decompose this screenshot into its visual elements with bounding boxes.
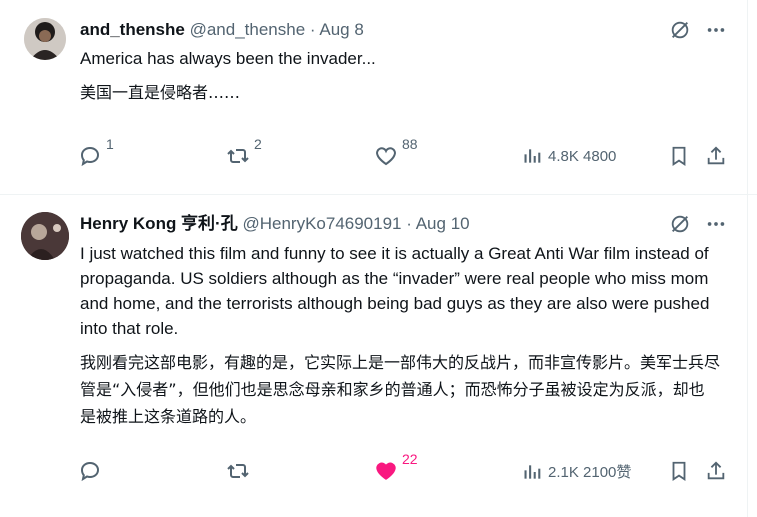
views-icon [522, 462, 542, 482]
bookmark-button[interactable] [668, 145, 690, 167]
bookmark-icon [668, 460, 690, 482]
grok-icon[interactable] [669, 19, 691, 41]
tweet-header: Henry Kong 亨利·孔 @HenryKo74690191 · Aug 1… [80, 213, 470, 235]
reply-count: 1 [106, 136, 114, 152]
tweet-top-actions [669, 19, 727, 41]
reply-button[interactable] [78, 459, 106, 483]
views-button[interactable]: 2.1K 2100赞 [522, 461, 631, 482]
like-count: 22 [402, 451, 418, 467]
tweet-actions: 1 2 88 4.8K 4800 [78, 136, 727, 170]
tweet-text-zh: 我刚看完这部电影，有趣的是，它实际上是一部伟大的反战片，而非宣传影片。美军士兵尽… [80, 353, 721, 426]
share-icon [705, 460, 727, 482]
views-count: 4.8K 4800 [548, 147, 617, 165]
views-count: 2.1K 2100赞 [548, 464, 632, 481]
bookmark-icon [668, 145, 690, 167]
heart-icon [374, 459, 398, 483]
heart-icon [374, 144, 398, 168]
avatar[interactable] [24, 18, 66, 60]
retweet-count: 2 [254, 136, 262, 152]
share-button[interactable] [705, 460, 727, 482]
more-icon[interactable] [705, 19, 727, 41]
like-button[interactable]: 88 [374, 136, 418, 168]
display-name[interactable]: Henry Kong 亨利·孔 [80, 214, 238, 233]
tweet-text-en: America has always been the invader... [80, 49, 376, 68]
retweet-button[interactable] [226, 459, 254, 483]
grok-icon[interactable] [669, 213, 691, 235]
retweet-icon [226, 144, 250, 168]
user-handle[interactable]: @and_thenshe [190, 20, 306, 39]
views-icon [522, 146, 542, 166]
tweet-divider [0, 194, 757, 195]
user-handle[interactable]: @HenryKo74690191 [242, 214, 401, 233]
reply-icon [78, 459, 102, 483]
tweet-text-en: I just watched this film and funny to se… [80, 244, 710, 338]
tweet-header: and_thenshe @and_thenshe · Aug 8 [80, 19, 364, 41]
reply-button[interactable]: 1 [78, 136, 114, 168]
views-button[interactable]: 4.8K 4800 [522, 146, 616, 166]
display-name[interactable]: and_thenshe [80, 20, 185, 39]
tweet-date[interactable]: Aug 8 [319, 20, 363, 39]
retweet-button[interactable]: 2 [226, 136, 262, 168]
tweet-actions: 22 2.1K 2100赞 [78, 451, 727, 485]
retweet-icon [226, 459, 250, 483]
separator: · [309, 20, 316, 39]
like-button[interactable]: 22 [374, 451, 418, 483]
separator: · [406, 214, 412, 233]
tweet[interactable]: and_thenshe @and_thenshe · Aug 8 America… [0, 0, 757, 194]
reply-icon [78, 144, 102, 168]
more-icon[interactable] [705, 213, 727, 235]
like-count: 88 [402, 136, 418, 152]
share-icon [705, 145, 727, 167]
tweet[interactable]: Henry Kong 亨利·孔 @HenryKo74690191 · Aug 1… [0, 196, 757, 517]
timeline-border [747, 0, 748, 517]
tweet-top-actions [669, 213, 727, 235]
tweet-text-zh: 美国一直是侵略者…… [80, 83, 241, 102]
bookmark-button[interactable] [668, 460, 690, 482]
avatar[interactable] [21, 212, 69, 260]
tweet-date[interactable]: Aug 10 [416, 214, 470, 233]
share-button[interactable] [705, 145, 727, 167]
